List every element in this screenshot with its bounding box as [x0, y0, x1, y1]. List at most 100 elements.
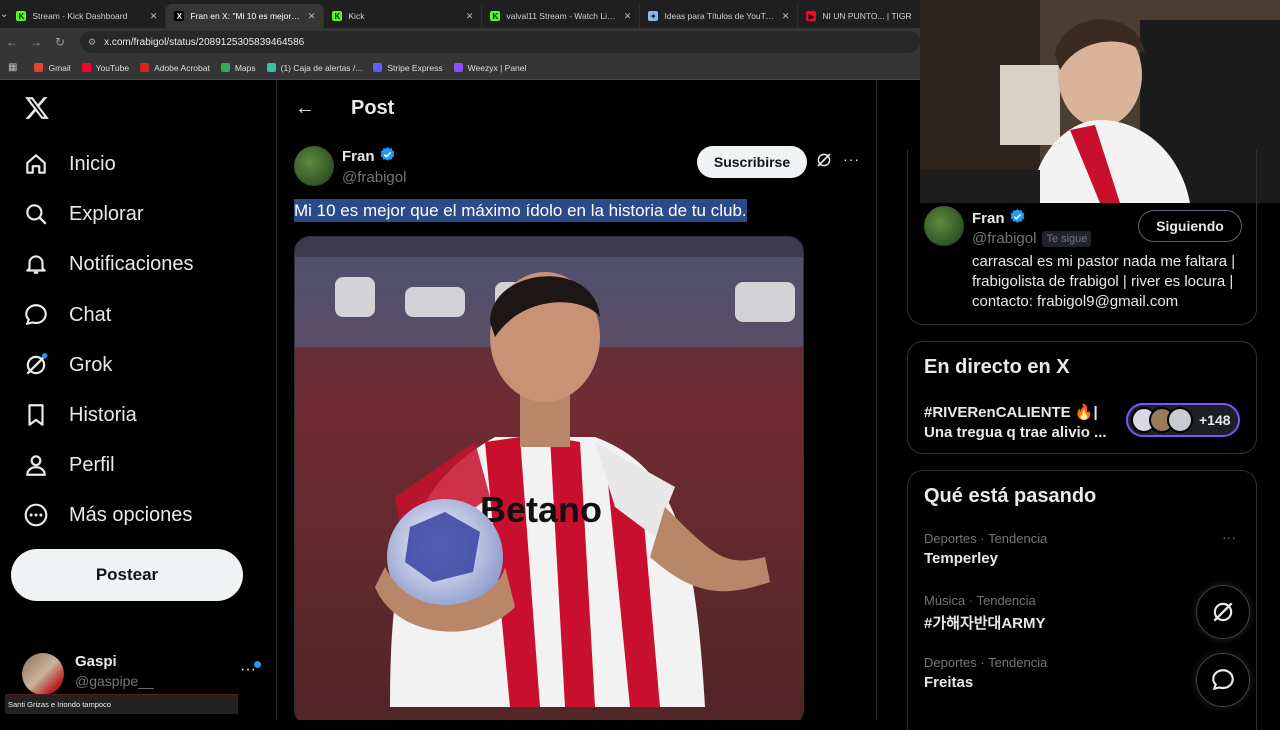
bookmark-favicon-icon — [453, 63, 463, 72]
listener-avatar — [1167, 407, 1193, 433]
nav-item-label: Historia — [69, 403, 137, 426]
bookmark-label: (1) Caja de alertas /... — [280, 62, 363, 73]
nav-item-inicio[interactable]: Inicio — [22, 144, 116, 184]
bookmark-item[interactable]: Adobe Acrobat — [140, 63, 210, 73]
nav-item-explorar[interactable]: Explorar — [22, 194, 143, 234]
nav-item-chat[interactable]: Chat — [22, 295, 111, 335]
author-avatar[interactable] — [294, 146, 334, 186]
post-button[interactable]: Postear — [11, 549, 243, 601]
forward-arrow-icon[interactable]: → — [24, 35, 48, 49]
nav-item-grok[interactable]: Grok — [22, 345, 112, 385]
tab-search-icon[interactable]: ⌄ — [0, 0, 8, 28]
subscribe-button[interactable]: Suscribirse — [697, 146, 807, 178]
bookmark-item[interactable]: (1) Caja de alertas /... — [266, 62, 363, 73]
back-arrow-icon[interactable]: ← — [0, 35, 24, 49]
more-circle-icon — [22, 501, 50, 529]
close-tab-icon[interactable]: ✕ — [782, 11, 790, 22]
grok-fab-icon[interactable] — [1196, 585, 1250, 639]
tab-title: Kick — [348, 11, 365, 21]
browser-tab[interactable]: X Fran en X: "Mi 10 es mejor que ✕ — [166, 4, 325, 28]
account-switcher[interactable]: Gaspi @gaspipe__ — [22, 653, 154, 695]
left-sidebar: Inicio Explorar Notificaciones Chat Grok Hist… — [0, 81, 277, 720]
kick-icon: K — [16, 11, 27, 21]
bookmark-favicon-icon — [220, 63, 230, 72]
site-info-icon[interactable]: ⚙ — [88, 37, 96, 48]
search-icon — [22, 200, 50, 228]
tab-title: Ideas para Títulos de YouTube — [664, 11, 776, 21]
live-listeners-pill[interactable]: +148 — [1126, 403, 1240, 437]
tab-title: NI UN PUNTO... | TIGR — [822, 11, 912, 21]
page-title: Post — [351, 96, 395, 119]
home-icon — [22, 150, 50, 178]
bookmark-item[interactable]: Gmail — [34, 63, 71, 73]
post-author[interactable]: Fran @frabigol — [294, 146, 406, 186]
browser-tab-bar: ⌄ K Stream - Kick Dashboard ✕ X Fran en X: "… — [0, 0, 957, 28]
profile-name[interactable]: Fran — [972, 210, 1005, 227]
bookmark-icon — [22, 401, 50, 429]
tab-title: valval11 Stream - Watch Live o — [506, 11, 618, 21]
nav-item-perfil[interactable]: Perfil — [22, 445, 115, 485]
browser-tab[interactable]: Kvalval11 Stream - Watch Live o ✕ — [482, 4, 641, 28]
reload-icon[interactable]: ↻ — [48, 35, 72, 49]
trend-name: Temperley — [924, 550, 998, 567]
x-icon: X — [174, 11, 185, 21]
trend-item[interactable]: Música · Tendencia #가해자반대ARMY — [924, 593, 1046, 633]
apps-grid-icon[interactable]: ▦ — [8, 62, 17, 73]
trend-item[interactable]: Deportes · Tendencia Temperley — [924, 531, 1047, 567]
nav-item-notificaciones[interactable]: Notificaciones — [22, 244, 194, 284]
browser-tab[interactable]: K Kick ✕ — [324, 4, 483, 28]
stream-ticker: Santi Grizas e Iriondo tampoco — [5, 694, 238, 714]
bookmark-label: Maps — [234, 62, 256, 73]
x-logo-icon[interactable] — [24, 95, 50, 129]
profile-handle[interactable]: @frabigol — [972, 230, 1036, 247]
nav-item-label: Notificaciones — [69, 252, 194, 275]
messages-fab-icon[interactable] — [1196, 653, 1250, 707]
tab-title: Stream - Kick Dashboard — [32, 11, 128, 21]
close-tab-icon[interactable]: ✕ — [150, 11, 158, 22]
trend-more-icon[interactable]: ··· — [1222, 529, 1236, 545]
player-photo: Betano — [295, 237, 803, 720]
bookmark-favicon-icon — [34, 63, 44, 72]
follows-you-badge: Te sigue — [1042, 230, 1092, 247]
browser-address-bar: ← → ↻ ⚙ x.com/frabigol/status/2089125305… — [0, 28, 920, 56]
gemini-icon: ✦ — [648, 11, 659, 21]
trend-category: Deportes · Tendencia — [924, 531, 1048, 546]
chat-icon — [22, 301, 50, 329]
nav-item-label: Inicio — [69, 152, 116, 175]
profile-avatar[interactable] — [924, 206, 964, 246]
bookmark-item[interactable]: Maps — [220, 62, 256, 73]
author-handle[interactable]: @frabigol — [342, 169, 406, 186]
browser-tab[interactable]: K Stream - Kick Dashboard ✕ — [8, 4, 167, 28]
following-button[interactable]: Siguiendo — [1138, 210, 1242, 242]
account-name: Gaspi — [75, 653, 117, 670]
nav-item-historia[interactable]: Historia — [22, 395, 137, 435]
live-card[interactable]: En directo en X #RIVERenCALIENTE 🔥| Una … — [907, 341, 1257, 454]
trend-item[interactable]: Deportes · Tendencia Freitas — [924, 655, 1047, 691]
url-input[interactable]: ⚙ x.com/frabigol/status/2089125305839464… — [80, 31, 920, 53]
bookmark-item[interactable]: Weezyx | Panel — [453, 63, 526, 73]
bookmarks-bar: ▦ Gmail YouTube Adobe Acrobat Maps (1) Caja … — [0, 56, 920, 80]
back-arrow-icon[interactable]: ← — [295, 97, 315, 120]
trend-category: Música · Tendencia — [924, 593, 1036, 608]
live-title: En directo en X — [924, 356, 1070, 378]
verified-badge-icon — [379, 146, 396, 167]
nav-item-mas-opciones[interactable]: Más opciones — [22, 495, 192, 535]
post-text: Mi 10 es mejor que el máximo ídolo en la… — [294, 199, 747, 222]
kick-icon: K — [490, 11, 501, 21]
close-tab-icon[interactable]: ✕ — [308, 11, 316, 22]
browser-tab[interactable]: ✦ Ideas para Títulos de YouTube ✕ — [640, 4, 799, 28]
more-options-icon[interactable]: ··· — [843, 151, 860, 167]
notification-dot — [254, 661, 261, 668]
close-tab-icon[interactable]: ✕ — [624, 11, 632, 22]
close-tab-icon[interactable]: ✕ — [466, 11, 474, 22]
kick-icon: K — [332, 11, 343, 21]
bookmark-item[interactable]: Stripe Express — [373, 63, 443, 73]
bookmark-favicon-icon — [266, 63, 276, 72]
grok-icon[interactable] — [815, 151, 833, 174]
live-space-title[interactable]: #RIVERenCALIENTE 🔥| Una tregua q trae al… — [924, 403, 1114, 443]
person-icon — [22, 451, 50, 479]
post-image[interactable]: Betano — [294, 236, 804, 720]
author-name[interactable]: Fran — [342, 148, 375, 165]
bookmark-favicon-icon — [373, 63, 383, 72]
bookmark-item[interactable]: YouTube — [81, 63, 129, 73]
